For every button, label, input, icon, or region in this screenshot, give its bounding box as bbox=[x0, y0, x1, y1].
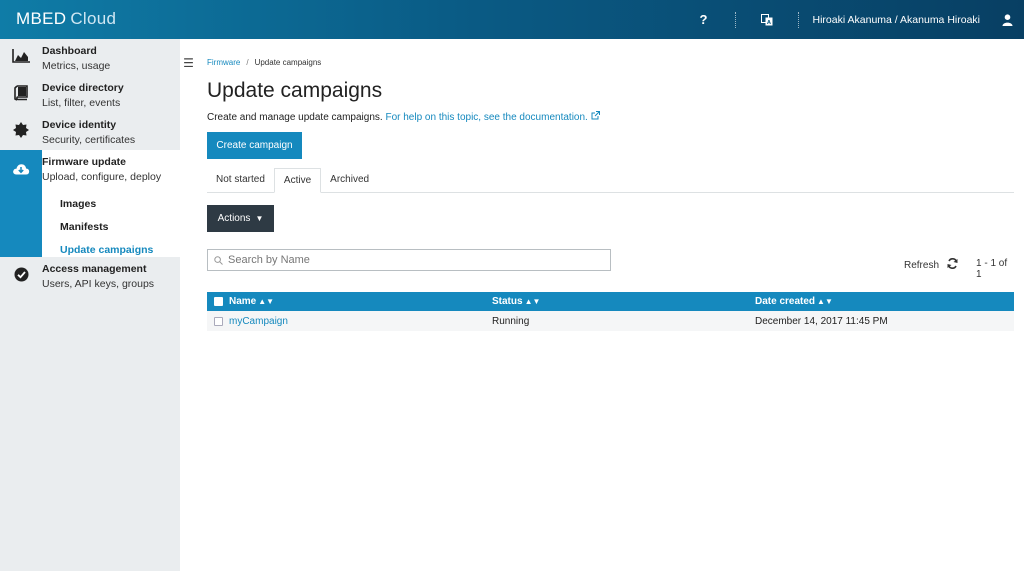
sidebar-item-subtitle: List, filter, events bbox=[42, 97, 121, 109]
search-input[interactable] bbox=[228, 254, 598, 266]
sidebar-item-title: Device identity bbox=[42, 119, 117, 131]
svg-text:A: A bbox=[767, 20, 771, 26]
cloud-download-icon bbox=[12, 162, 30, 178]
campaign-name-link[interactable]: myCampaign bbox=[229, 316, 492, 327]
campaign-date-created: December 14, 2017 11:45 PM bbox=[755, 315, 888, 327]
badge-icon bbox=[13, 122, 29, 141]
sidebar-item-dashboard[interactable]: Dashboard Metrics, usage bbox=[0, 39, 180, 76]
select-all-checkbox[interactable] bbox=[213, 297, 223, 306]
sidebar-item-title: Firmware update bbox=[42, 156, 127, 168]
create-campaign-button[interactable]: Create campaign bbox=[207, 132, 302, 159]
breadcrumb: Firmware / Update campaigns bbox=[207, 58, 321, 67]
sort-icon: ▲▼ bbox=[524, 297, 541, 306]
sidebar-item-title: Dashboard bbox=[42, 45, 97, 57]
sidebar-item-firmware-update[interactable]: Firmware update Upload, configure, deplo… bbox=[0, 150, 180, 262]
chart-icon bbox=[12, 49, 30, 66]
translate-icon[interactable]: A bbox=[750, 0, 784, 39]
tab-not-started[interactable]: Not started bbox=[207, 168, 274, 193]
caret-down-icon: ▼ bbox=[255, 214, 264, 223]
campaign-tabs: Not started Active Archived bbox=[207, 168, 1014, 193]
divider bbox=[734, 11, 736, 28]
column-label: Name bbox=[229, 296, 257, 307]
sidebar-item-title: Access management bbox=[42, 263, 147, 275]
brand-primary: MBED bbox=[16, 9, 67, 28]
breadcrumb-firmware-link[interactable]: Firmware bbox=[207, 58, 240, 67]
sidebar-item-subtitle: Metrics, usage bbox=[42, 60, 111, 72]
actions-label: Actions bbox=[217, 213, 251, 224]
documentation-link-text[interactable]: For help on this topic, see the document… bbox=[385, 112, 587, 123]
column-header-status[interactable]: Status ▲▼ bbox=[492, 296, 755, 307]
sidebar-item-device-identity[interactable]: Device identity Security, certificates bbox=[0, 113, 180, 150]
sidebar-toggle-icon[interactable]: ☰ bbox=[180, 53, 197, 72]
page-description: Create and manage update campaigns. For … bbox=[207, 111, 600, 123]
user-icon[interactable] bbox=[990, 0, 1024, 39]
column-header-date-created[interactable]: Date created ▲▼ bbox=[755, 296, 1014, 307]
sidebar-subitem-manifests[interactable]: Manifests bbox=[42, 216, 180, 239]
pagination-info: 1 - 1 of 1 bbox=[976, 258, 1008, 280]
sidebar-item-access-management[interactable]: Access management Users, API keys, group… bbox=[0, 257, 180, 294]
row-checkbox[interactable] bbox=[213, 316, 223, 326]
brand-secondary: Cloud bbox=[70, 9, 117, 28]
refresh-icon bbox=[947, 258, 958, 272]
table-header: Name ▲▼ Status ▲▼ Date created ▲▼ bbox=[207, 292, 1014, 311]
campaign-status: Running bbox=[492, 315, 530, 327]
sidebar-item-subtitle: Users, API keys, groups bbox=[42, 278, 155, 290]
sidebar-item-device-directory[interactable]: Device directory List, filter, events bbox=[0, 76, 180, 113]
actions-dropdown-button[interactable]: Actions ▼ bbox=[207, 205, 274, 232]
campaigns-table: Name ▲▼ Status ▲▼ Date created ▲▼ myCampaig… bbox=[207, 292, 1014, 331]
search-icon bbox=[208, 255, 228, 265]
external-link-icon bbox=[591, 111, 600, 123]
page-title: Update campaigns bbox=[207, 79, 383, 102]
column-label: Date created bbox=[755, 296, 816, 307]
check-circle-icon bbox=[14, 267, 29, 285]
column-header-name[interactable]: Name ▲▼ bbox=[229, 296, 492, 307]
description-text: Create and manage update campaigns. bbox=[207, 112, 383, 123]
divider bbox=[797, 11, 799, 28]
top-bar: MBED Cloud ? A Hiroaki Akanuma / Akanuma … bbox=[0, 0, 1024, 39]
tab-active[interactable]: Active bbox=[273, 168, 322, 193]
sidebar-item-subtitle: Upload, configure, deploy bbox=[42, 171, 162, 183]
refresh-button[interactable]: Refresh bbox=[904, 258, 958, 272]
tab-archived[interactable]: Archived bbox=[321, 168, 378, 193]
sidebar-item-subtitle: Security, certificates bbox=[42, 134, 136, 146]
sidebar: Dashboard Metrics, usage Device director… bbox=[0, 39, 180, 571]
breadcrumb-current: Update campaigns bbox=[254, 58, 322, 67]
refresh-label: Refresh bbox=[904, 259, 940, 271]
sidebar-subitem-images[interactable]: Images bbox=[42, 193, 180, 216]
brand-logo[interactable]: MBED Cloud bbox=[16, 9, 116, 29]
sidebar-item-title: Device directory bbox=[42, 82, 124, 94]
help-icon[interactable]: ? bbox=[687, 0, 721, 39]
sort-icon: ▲▼ bbox=[258, 297, 275, 306]
column-label: Status bbox=[492, 296, 523, 307]
user-name[interactable]: Hiroaki Akanuma / Akanuma Hiroaki bbox=[813, 14, 981, 26]
documentation-link[interactable]: For help on this topic, see the document… bbox=[385, 111, 600, 123]
breadcrumb-separator: / bbox=[246, 58, 249, 67]
search-box[interactable] bbox=[207, 249, 611, 271]
table-row[interactable]: myCampaign Running December 14, 2017 11:… bbox=[207, 311, 1014, 331]
sort-icon: ▲▼ bbox=[817, 297, 833, 306]
book-icon bbox=[13, 85, 29, 104]
